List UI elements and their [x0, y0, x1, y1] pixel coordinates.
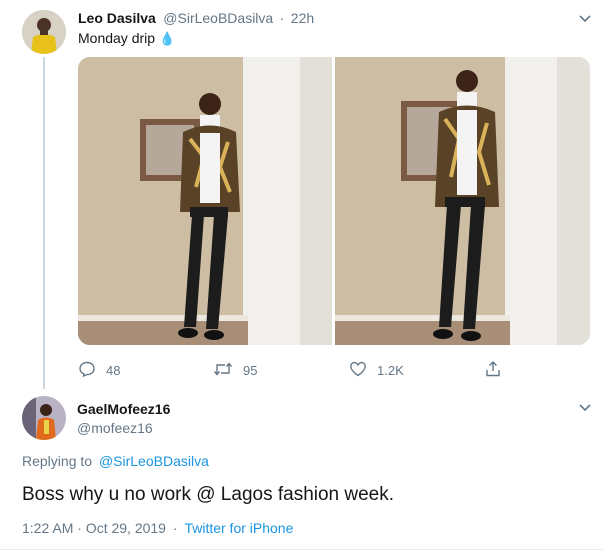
like-count: 1.2K [377, 363, 404, 378]
tweet-photo-1[interactable] [78, 57, 332, 345]
reply-icon [78, 360, 96, 381]
tweet-meta: 1:22 AM · Oct 29, 2019 · Twitter for iPh… [22, 520, 293, 536]
tweet-source-link[interactable]: Twitter for iPhone [184, 520, 293, 536]
meta-separator-2: · [172, 520, 178, 536]
tweet-time[interactable]: 22h [291, 10, 314, 26]
retweet-action[interactable]: 95 [213, 360, 257, 381]
retweet-icon [213, 360, 233, 381]
tweet-photo-2[interactable] [335, 57, 590, 345]
reply-action[interactable]: 48 [78, 360, 120, 381]
replying-to-label: Replying to [22, 453, 93, 469]
author-name[interactable]: Leo Dasilva [78, 10, 156, 26]
reply-timestamp[interactable]: 1:22 AM · Oct 29, 2019 [22, 520, 166, 536]
thread-connector-line [43, 57, 45, 389]
reply-author-name[interactable]: GaelMofeez16 [77, 401, 170, 417]
author-handle[interactable]: @SirLeoBDasilva [163, 10, 273, 26]
reply-avatar-photo [22, 396, 66, 440]
tweet-text: Monday drip [78, 30, 156, 46]
share-icon [484, 360, 502, 381]
reply-tweet-text: Boss why u no work @ Lagos fashion week. [22, 484, 395, 505]
water-drop-emoji: 💧 [158, 31, 176, 46]
reply-avatar[interactable] [22, 396, 66, 440]
reply-count: 48 [106, 363, 121, 378]
avatar-photo [22, 10, 66, 54]
reply-chevron-down-icon[interactable] [577, 399, 593, 415]
reply-author-handle[interactable]: @mofeez16 [77, 420, 153, 436]
chevron-down-icon[interactable] [577, 10, 593, 26]
bottom-divider [0, 549, 603, 550]
avatar[interactable] [22, 10, 66, 54]
replying-to-line: Replying to @SirLeoBDasilva [22, 453, 209, 469]
retweet-count: 95 [243, 363, 258, 378]
heart-icon [349, 360, 367, 381]
share-action[interactable] [484, 360, 502, 381]
meta-separator: · [279, 10, 285, 26]
replying-to-link[interactable]: @SirLeoBDasilva [99, 453, 209, 469]
like-action[interactable]: 1.2K [349, 360, 404, 381]
